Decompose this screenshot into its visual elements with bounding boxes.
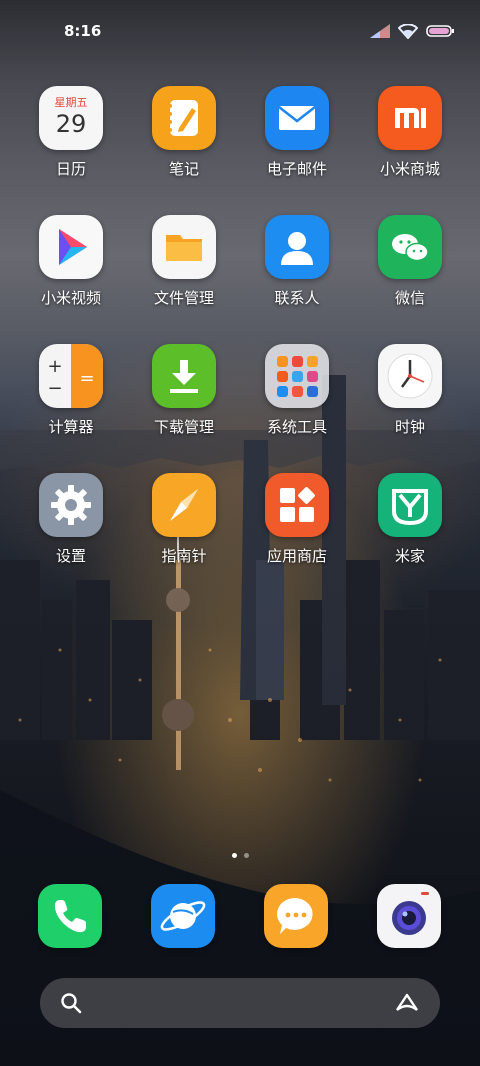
wechat-icon [378,215,442,279]
app-label-wechat: 微信 [394,289,425,307]
svg-text:−: − [47,378,62,399]
dock-messages[interactable] [264,884,328,948]
svg-text:+: + [47,356,62,377]
mi-store-icon [378,86,442,150]
app-calculator[interactable]: + − = 计算器 [16,344,126,437]
mi-home-icon [378,473,442,537]
app-mi-home[interactable]: 米家 [355,473,465,566]
clock-icon [378,344,442,408]
app-label-app-store: 应用商店 [266,547,327,565]
status-time: 8:16 [64,22,102,40]
phone-icon [38,884,102,948]
signal-icon [370,24,390,38]
page-indicator [0,853,480,858]
wifi-icon [398,23,418,39]
contacts-icon [265,215,329,279]
app-label-calculator: 计算器 [48,418,94,436]
email-icon [265,86,329,150]
folder-grid-icon [265,344,329,408]
app-downloads[interactable]: 下载管理 [129,344,239,437]
browser-planet-icon [151,884,215,948]
gear-icon [39,473,103,537]
app-mi-video[interactable]: 小米视频 [16,215,126,308]
video-play-icon [39,215,103,279]
app-label-mi-video: 小米视频 [40,289,101,307]
app-clock[interactable]: 时钟 [355,344,465,437]
app-label-contacts: 联系人 [274,289,320,307]
folder-icon [152,215,216,279]
app-compass[interactable]: 指南针 [129,473,239,566]
app-label-notes: 笔记 [168,160,199,178]
svg-text:=: = [79,368,94,389]
assistant-icon[interactable] [394,992,420,1014]
status-bar: 8:16 [0,0,480,60]
page-dot-2[interactable] [243,853,249,858]
dock-camera[interactable] [377,884,441,948]
message-icon [264,884,328,948]
search-icon[interactable] [60,992,82,1014]
app-email[interactable]: 电子邮件 [242,86,352,179]
app-notes[interactable]: 笔记 [129,86,239,179]
search-bar[interactable] [40,978,440,1028]
battery-icon [426,25,454,37]
dock-browser[interactable] [151,884,215,948]
calendar-weekday: 星期五 [54,96,88,109]
app-system-tools[interactable]: 系统工具 [242,344,352,437]
page-dot-1[interactable] [231,853,237,858]
dock-phone[interactable] [38,884,102,948]
compass-icon [152,473,216,537]
app-label-mi-store: 小米商城 [379,160,440,178]
app-label-calendar: 日历 [55,160,86,178]
app-mi-store[interactable]: 小米商城 [355,86,465,179]
app-label-file-manager: 文件管理 [153,289,214,307]
app-store[interactable]: 应用商店 [242,473,352,566]
app-label-mi-home: 米家 [394,547,425,565]
app-label-downloads: 下载管理 [153,418,214,436]
calendar-icon: 星期五 29 [39,86,103,150]
app-label-system-tools: 系统工具 [266,418,327,436]
camera-icon [377,884,441,948]
app-label-email: 电子邮件 [266,160,327,178]
app-label-clock: 时钟 [394,418,425,436]
app-contacts[interactable]: 联系人 [242,215,352,308]
calculator-icon: + − = [39,344,103,408]
app-wechat[interactable]: 微信 [355,215,465,308]
download-icon [152,344,216,408]
app-store-icon [265,473,329,537]
app-file-manager[interactable]: 文件管理 [129,215,239,308]
calendar-date: 29 [55,110,87,138]
app-calendar[interactable]: 星期五 29 日历 [16,86,126,179]
app-label-settings: 设置 [55,547,86,565]
app-label-compass: 指南针 [161,547,207,565]
notes-icon [152,86,216,150]
app-settings[interactable]: 设置 [16,473,126,566]
status-icons [370,22,454,40]
